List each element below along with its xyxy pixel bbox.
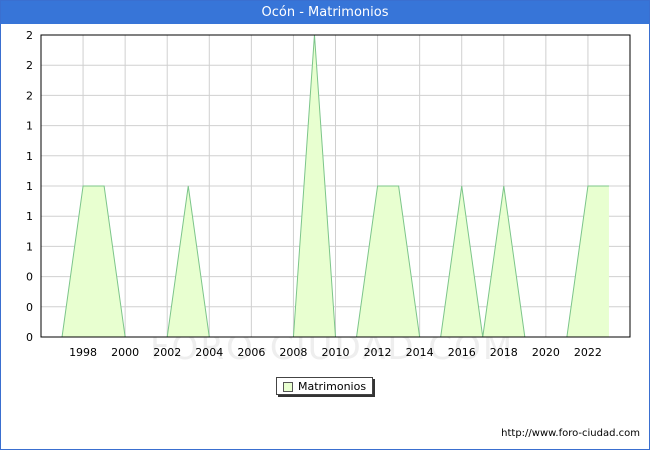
x-tick-label: 2000: [111, 346, 139, 359]
x-tick-label: 2016: [448, 346, 476, 359]
legend[interactable]: Matrimonios: [276, 377, 373, 395]
x-tick-label: 2010: [322, 346, 350, 359]
x-tick-label: 2004: [195, 346, 223, 359]
y-tick-label: 0: [26, 271, 33, 284]
x-tick-label: 2008: [279, 346, 307, 359]
legend-swatch: [283, 382, 293, 392]
y-tick-label: 1: [26, 210, 33, 223]
y-tick-label: 1: [26, 180, 33, 193]
y-tick-label: 2: [26, 29, 33, 42]
y-tick-label: 0: [26, 331, 33, 344]
y-tick-label: 1: [26, 240, 33, 253]
y-tick-label: 2: [26, 59, 33, 72]
y-tick-label: 2: [26, 89, 33, 102]
legend-label: Matrimonios: [298, 380, 367, 393]
y-tick-label: 1: [26, 150, 33, 163]
x-tick-label: 2006: [237, 346, 265, 359]
x-tick-label: 2022: [574, 346, 602, 359]
x-tick-label: 2020: [532, 346, 560, 359]
x-tick-label: 2018: [490, 346, 518, 359]
y-tick-label: 0: [26, 301, 33, 314]
y-tick-label: 1: [26, 120, 33, 133]
x-tick-label: 1998: [69, 346, 97, 359]
x-tick-label: 2014: [406, 346, 434, 359]
x-tick-label: 2002: [153, 346, 181, 359]
source-url[interactable]: http://www.foro-ciudad.com: [501, 428, 640, 439]
x-tick-label: 2012: [364, 346, 392, 359]
